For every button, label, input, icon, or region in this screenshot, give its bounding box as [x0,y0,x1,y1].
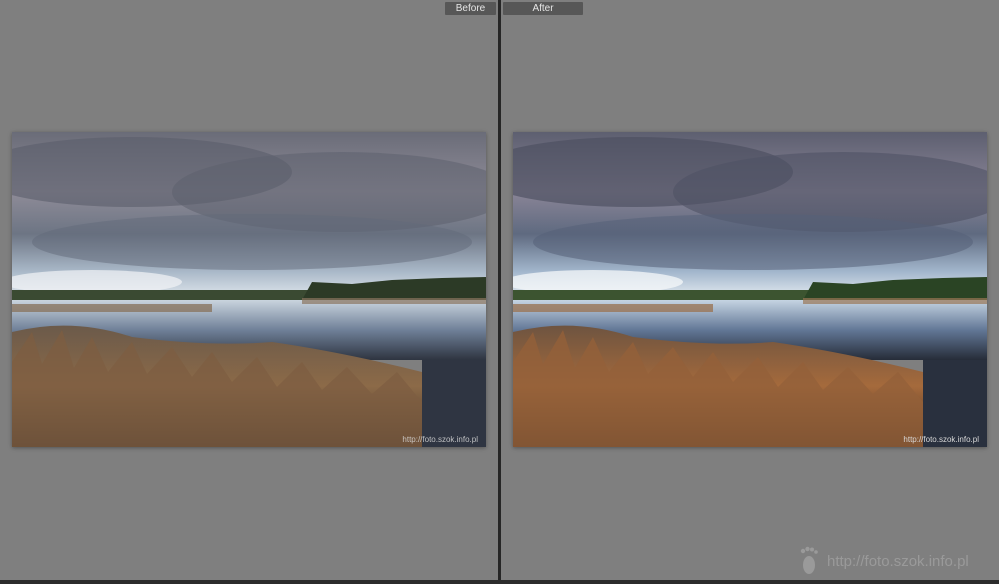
before-photo[interactable]: http://foto.szok.info.pl [12,132,486,447]
watermark-text: http://foto.szok.info.pl [827,552,969,570]
after-landscape-image: http://foto.szok.info.pl [513,132,987,447]
before-landscape-image: http://foto.szok.info.pl [12,132,486,447]
before-photo-caption: http://foto.szok.info.pl [402,435,478,444]
watermark: http://foto.szok.info.pl [797,545,969,577]
after-photo-caption: http://foto.szok.info.pl [903,435,979,444]
after-photo[interactable]: http://foto.szok.info.pl [513,132,987,447]
after-label: After [503,2,583,15]
compare-view: Before http://foto.szok.info.pl After ht… [0,0,999,584]
before-pane[interactable]: Before http://foto.szok.info.pl [0,0,498,580]
bottom-edge [0,580,999,584]
footprint-icon [800,546,818,574]
before-label: Before [445,2,496,15]
after-pane[interactable]: After http://foto.szok.info.pl [501,0,999,580]
